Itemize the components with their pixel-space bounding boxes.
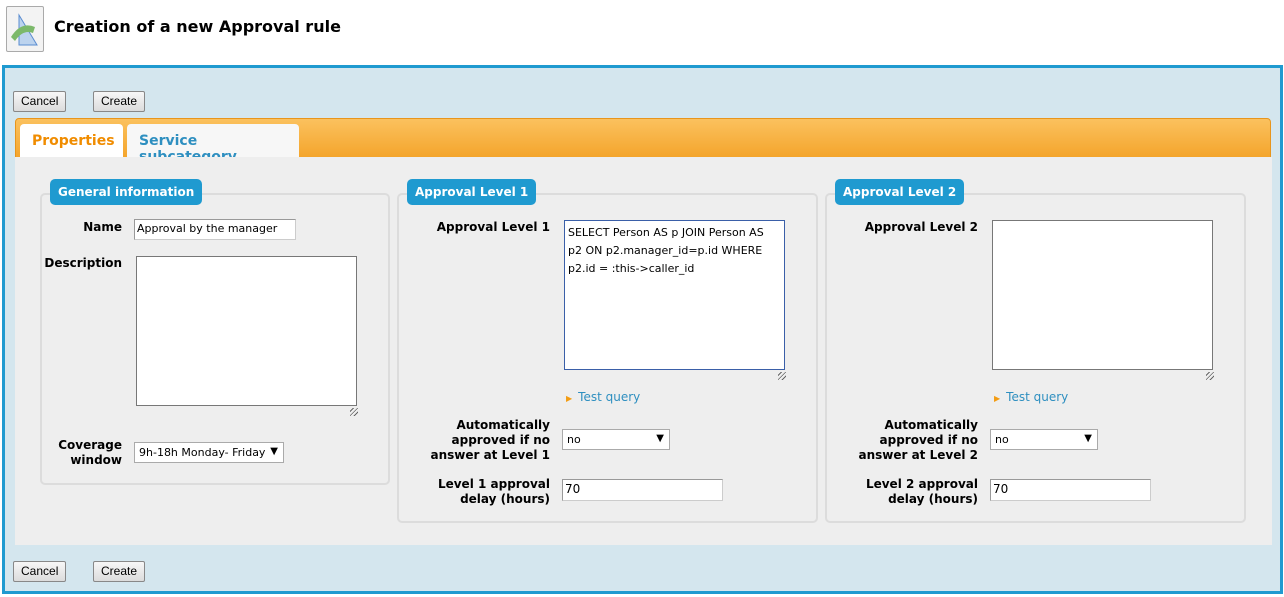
approval-level-2-legend: Approval Level 2 bbox=[835, 179, 965, 205]
chevron-down-icon: ▼ bbox=[656, 433, 664, 444]
auto-approve-level-2-label: Automatically approved if no answer at L… bbox=[858, 418, 978, 462]
approval-level-1-legend: Approval Level 1 bbox=[407, 179, 537, 205]
level-1-delay-label: Level 1 approval delay (hours) bbox=[437, 477, 550, 506]
level-2-delay-input[interactable]: 70 bbox=[990, 479, 1151, 501]
test-query-link-2[interactable]: ▶ Test query bbox=[994, 390, 1068, 404]
auto-approve-level-1-label: Automatically approved if no answer at L… bbox=[430, 418, 550, 462]
resize-grip-icon[interactable] bbox=[1206, 372, 1214, 380]
auto-approve-level-2-select[interactable]: no ▼ bbox=[990, 429, 1098, 450]
create-button-top[interactable]: Create bbox=[93, 91, 146, 112]
chevron-down-icon: ▼ bbox=[1084, 433, 1092, 444]
tab-bar: Properties Service subcategory bbox=[15, 118, 1271, 165]
test-query-text: Test query bbox=[1006, 390, 1069, 404]
create-button-bottom[interactable]: Create bbox=[93, 561, 146, 582]
approval-rule-icon bbox=[11, 13, 38, 46]
resize-grip-icon[interactable] bbox=[350, 408, 358, 416]
tab-properties[interactable]: Properties bbox=[20, 124, 123, 159]
resize-grip-icon[interactable] bbox=[778, 372, 786, 380]
tab-service-subcategory[interactable]: Service subcategory bbox=[127, 124, 299, 165]
test-query-text: Test query bbox=[578, 390, 641, 404]
coverage-window-value: 9h-18h Monday- Friday bbox=[139, 446, 266, 459]
chevron-down-icon: ▼ bbox=[270, 446, 278, 457]
auto-approve-level-1-value: no bbox=[567, 433, 581, 446]
auto-approve-level-2-value: no bbox=[995, 433, 1009, 446]
coverage-window-select[interactable]: 9h-18h Monday- Friday ▼ bbox=[134, 442, 284, 463]
coverage-window-label: Coverage window bbox=[58, 438, 122, 467]
page-icon bbox=[6, 6, 44, 52]
name-input[interactable]: Approval by the manager bbox=[134, 219, 296, 240]
cancel-button-bottom[interactable]: Cancel bbox=[13, 561, 67, 582]
level-2-delay-label: Level 2 approval delay (hours) bbox=[865, 477, 978, 506]
level-1-delay-input[interactable]: 70 bbox=[562, 479, 723, 501]
approval-level-1-query-textarea[interactable]: SELECT Person AS p JOIN Person AS p2 ON … bbox=[564, 220, 785, 370]
page-title: Creation of a new Approval rule bbox=[54, 17, 341, 36]
triangle-right-icon: ▶ bbox=[994, 394, 1001, 403]
triangle-right-icon: ▶ bbox=[566, 394, 573, 403]
auto-approve-level-1-select[interactable]: no ▼ bbox=[562, 429, 670, 450]
general-information-legend: General information bbox=[50, 179, 203, 205]
description-textarea[interactable] bbox=[136, 256, 357, 406]
name-label: Name bbox=[83, 220, 122, 234]
approval-level-1-label: Approval Level 1 bbox=[436, 220, 550, 234]
approval-level-2-label: Approval Level 2 bbox=[864, 220, 978, 234]
cancel-button-top[interactable]: Cancel bbox=[13, 91, 67, 112]
approval-level-2-query-textarea[interactable] bbox=[992, 220, 1213, 370]
test-query-link-1[interactable]: ▶ Test query bbox=[566, 390, 640, 404]
description-label: Description bbox=[44, 256, 122, 270]
